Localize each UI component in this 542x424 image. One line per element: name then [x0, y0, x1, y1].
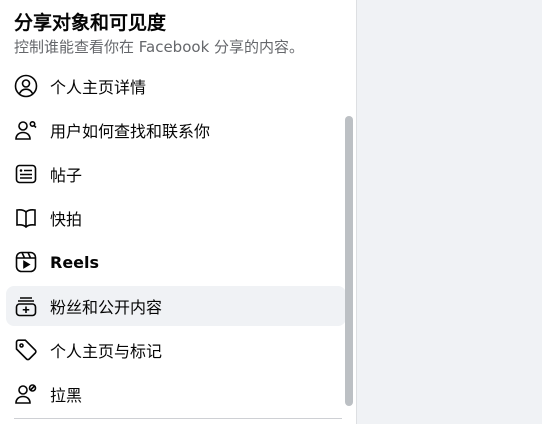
public-content-icon	[14, 294, 38, 318]
scrollbar-thumb[interactable]	[345, 116, 353, 406]
menu-item-label: 帖子	[50, 166, 83, 185]
menu-item-find-contact[interactable]: 用户如何查找和联系你	[6, 110, 346, 150]
block-user-icon	[14, 382, 38, 406]
menu-item-stories[interactable]: 快拍	[6, 198, 346, 238]
post-icon	[14, 162, 38, 186]
menu-item-label: 粉丝和公开内容	[50, 298, 163, 317]
settings-panel: 分享对象和可见度 控制谁能查看你在 Facebook 分享的内容。 个人主页详情	[0, 0, 357, 424]
menu-item-label: Reels	[50, 252, 100, 272]
menu-item-label: 个人主页详情	[50, 78, 147, 97]
menu-item-label: 拉黑	[50, 386, 83, 405]
person-search-icon	[14, 118, 38, 142]
menu-item-followers-public-content[interactable]: 粉丝和公开内容	[6, 286, 346, 326]
settings-menu: 个人主页详情 用户如何查找和联系你 帖子 快拍 Reels 粉丝和公开内容 个人…	[6, 66, 346, 418]
menu-item-profile-tagging[interactable]: 个人主页与标记	[6, 330, 346, 370]
page-subtitle: 控制谁能查看你在 Facebook 分享的内容。	[14, 38, 305, 56]
profile-circle-icon	[14, 74, 38, 98]
menu-item-posts[interactable]: 帖子	[6, 154, 346, 194]
menu-item-reels[interactable]: Reels	[6, 242, 346, 282]
menu-item-label: 个人主页与标记	[50, 342, 163, 361]
section-header: 分享对象和可见度 控制谁能查看你在 Facebook 分享的内容。	[14, 10, 348, 58]
reels-icon	[14, 250, 38, 274]
page-title: 分享对象和可见度	[14, 12, 167, 34]
menu-item-profile-details[interactable]: 个人主页详情	[6, 66, 346, 106]
tag-icon	[14, 338, 38, 362]
menu-divider	[14, 418, 342, 419]
menu-item-label: 用户如何查找和联系你	[50, 122, 211, 141]
menu-item-label: 快拍	[50, 210, 83, 229]
menu-item-blocking[interactable]: 拉黑	[6, 374, 346, 414]
book-icon	[14, 206, 38, 230]
